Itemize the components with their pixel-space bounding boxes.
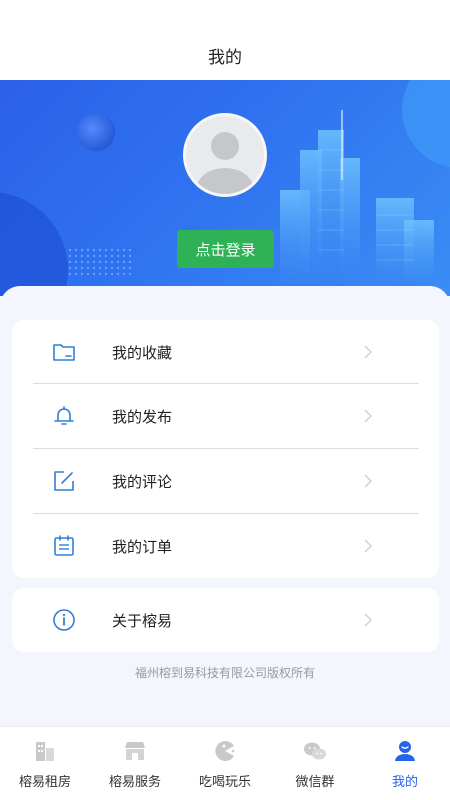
tab-wechat-group[interactable]: 微信群 [270,727,360,800]
tab-mine[interactable]: 我的 [360,727,450,800]
tab-food-fun[interactable]: 吃喝玩乐 [180,727,270,800]
menu-item-label: 关于榕易 [112,611,173,630]
bottom-tab-bar: 榕易租房 榕易服务 吃喝玩乐 微信群 我的 [0,726,450,800]
chevron-right-icon [364,539,372,553]
calendar-icon [54,535,74,556]
chevron-right-icon [364,474,372,488]
login-button[interactable]: 点击登录 [177,230,274,268]
avatar[interactable] [183,113,267,197]
chevron-right-icon [364,613,372,627]
menu-item-label: 我的收藏 [112,343,173,362]
chevron-right-icon [364,345,372,359]
default-avatar-icon [197,132,253,194]
bell-icon [54,406,74,425]
tab-label: 榕易服务 [108,775,161,790]
info-icon [53,609,75,631]
wechat-icon [304,742,326,760]
tab-label: 微信群 [295,775,335,790]
shop-icon [125,742,145,760]
pacman-icon [215,741,235,761]
about-card: 关于榕易 [12,588,439,652]
tab-rental[interactable]: 榕易租房 [0,727,90,800]
folder-icon [53,344,75,361]
menu-item-posts[interactable]: 我的发布 [12,384,439,448]
user-icon [395,741,415,761]
tab-label: 吃喝玩乐 [198,775,251,790]
menu-item-label: 我的发布 [112,407,173,426]
menu-item-favorites[interactable]: 我的收藏 [12,320,439,384]
menu-item-label: 我的订单 [112,537,173,556]
tab-label: 我的 [391,775,418,790]
menu-item-comments[interactable]: 我的评论 [12,449,439,513]
building-icon [36,742,54,761]
page-title: 我的 [0,28,450,82]
menu-item-orders[interactable]: 我的订单 [12,514,439,578]
status-bar [0,0,450,28]
menu-card: 我的收藏 我的发布 我的评论 我的订单 [12,320,439,578]
chevron-right-icon [364,409,372,423]
copyright-text: 福州榕到易科技有限公司版权所有 [134,666,315,680]
edit-icon [54,471,74,491]
menu-item-label: 我的评论 [112,472,173,491]
tab-label: 榕易租房 [18,775,71,790]
tab-services[interactable]: 榕易服务 [90,727,180,800]
menu-item-about[interactable]: 关于榕易 [12,588,439,652]
